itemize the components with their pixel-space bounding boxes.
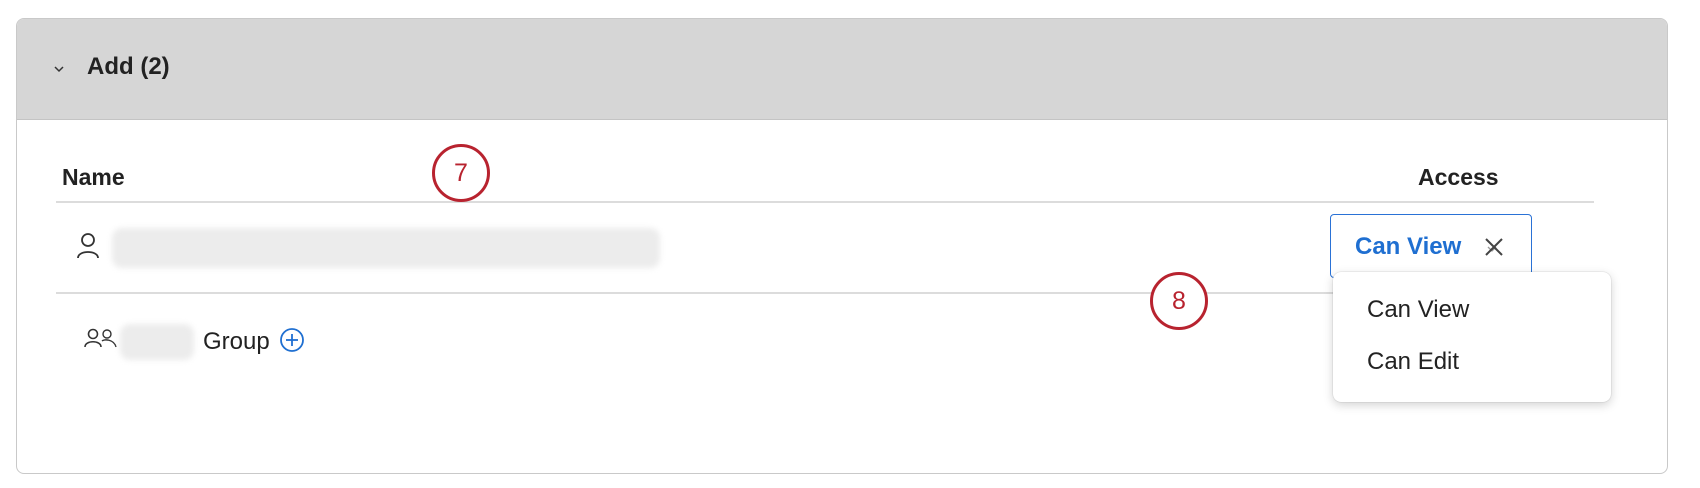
group-icon xyxy=(84,328,117,348)
table-divider xyxy=(56,201,1594,203)
panel-title: Add (2) xyxy=(87,53,170,80)
group-label: Group xyxy=(203,328,270,355)
column-header-name: Name xyxy=(62,164,125,190)
menu-item-can-edit[interactable]: Can Edit xyxy=(1367,348,1459,376)
access-dropdown-value: Can View xyxy=(1355,233,1462,260)
access-dropdown-menu: Can View Can Edit xyxy=(1333,272,1611,402)
plus-circle-icon[interactable] xyxy=(279,327,305,353)
chevron-down-icon xyxy=(54,66,64,73)
panel-header[interactable]: Add (2) xyxy=(17,19,1667,120)
person-icon xyxy=(77,233,99,259)
redacted-group-name xyxy=(120,324,194,360)
callout-marker: 7 xyxy=(432,144,490,202)
column-header-access: Access xyxy=(1418,164,1499,190)
redacted-user-name xyxy=(112,228,660,268)
callout-marker: 8 xyxy=(1150,272,1208,330)
menu-item-can-view[interactable]: Can View xyxy=(1367,296,1469,324)
remove-user-icon[interactable] xyxy=(1483,236,1505,258)
